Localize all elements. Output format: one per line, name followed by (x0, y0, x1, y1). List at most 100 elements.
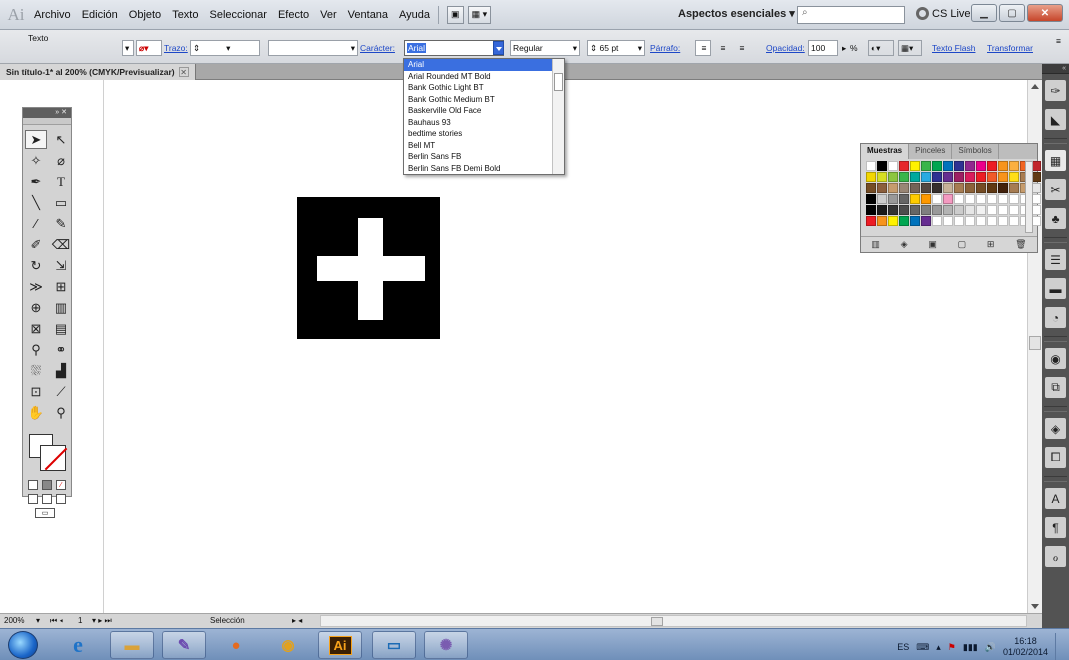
perspective-grid-tool[interactable]: ▥ (50, 298, 72, 317)
swatch[interactable] (910, 161, 920, 171)
swatch[interactable] (976, 216, 986, 226)
bridge-button[interactable]: ▣ (447, 5, 464, 24)
scroll-up-icon[interactable] (1031, 84, 1039, 89)
swatch[interactable] (965, 194, 975, 204)
swatch[interactable] (987, 194, 997, 204)
artboards-icon[interactable]: ⧠ (1045, 447, 1066, 468)
close-icon[interactable]: ✕ (61, 109, 67, 116)
swatch[interactable] (987, 205, 997, 215)
workspace-switcher[interactable]: Aspectos esenciales ▾ (678, 7, 795, 20)
swatch[interactable] (954, 172, 964, 182)
font-option[interactable]: Arial Rounded MT Bold (404, 71, 564, 83)
help-search-input[interactable]: ⌕ (797, 6, 905, 24)
keyboard-icon[interactable]: ⌨ (916, 642, 929, 653)
character-panel-icon[interactable]: A (1045, 488, 1066, 509)
swatch[interactable] (888, 205, 898, 215)
swatch[interactable] (987, 216, 997, 226)
character-link[interactable]: Carácter: (360, 43, 395, 53)
opentype-panel-icon[interactable]: ℴ (1045, 546, 1066, 567)
swatch[interactable] (888, 194, 898, 204)
font-option[interactable]: Baskerville Old Face (404, 105, 564, 117)
rotate-tool[interactable]: ↻ (25, 256, 47, 275)
internet-explorer-button[interactable]: e (56, 631, 100, 659)
transform-link[interactable]: Transformar (987, 43, 1033, 53)
new-color-group-icon[interactable]: ▢ (958, 239, 967, 250)
font-list-scroll-thumb[interactable] (554, 73, 563, 91)
opacity-link[interactable]: Opacidad: (766, 43, 805, 53)
swatch-library-icon[interactable]: ▥ (871, 239, 880, 250)
swatch[interactable] (888, 216, 898, 226)
swatch[interactable] (932, 161, 942, 171)
swatch[interactable] (932, 194, 942, 204)
align-center-button[interactable]: ≡ (714, 40, 730, 56)
shape-builder-tool[interactable]: ⊕ (25, 298, 47, 317)
free-transform-tool[interactable]: ⊞ (50, 277, 72, 296)
slice-tool[interactable]: ⟋ (50, 382, 72, 401)
swatch[interactable] (910, 194, 920, 204)
paintbrush-tool[interactable]: ⁄ (25, 214, 47, 233)
horizontal-scroll-thumb[interactable] (651, 617, 663, 626)
volume-icon[interactable]: 🔊 (985, 642, 996, 653)
font-option[interactable]: Bank Gothic Light BT (404, 82, 564, 94)
network-icon[interactable]: ▮▮▮ (963, 642, 978, 653)
swatch[interactable] (965, 183, 975, 193)
tools-panel-grip[interactable] (23, 118, 71, 125)
font-option[interactable]: bedtime stories (404, 128, 564, 140)
align-objects-button[interactable]: ▦▾ (898, 40, 922, 56)
swatch[interactable] (954, 161, 964, 171)
swatch[interactable] (1009, 161, 1019, 171)
swatch[interactable] (921, 205, 931, 215)
swatch[interactable] (965, 216, 975, 226)
swatch[interactable] (888, 161, 898, 171)
paragraph-link[interactable]: Párrafo: (650, 43, 680, 53)
swatch[interactable] (877, 183, 887, 193)
artboard-number[interactable]: 1 (78, 616, 82, 625)
artboard-nav-next-icon[interactable]: ▾ ▸ ⏭ (92, 616, 112, 626)
graphic-styles-icon[interactable]: ⧉ (1045, 377, 1066, 398)
dock-header[interactable]: « (1042, 64, 1069, 74)
swatch[interactable] (899, 216, 909, 226)
brushes-panel-icon[interactable]: ✑ (1045, 80, 1066, 101)
gradient-panel-icon[interactable]: ◣ (1045, 109, 1066, 130)
align-left-button[interactable]: ≡ (695, 40, 711, 56)
scale-tool[interactable]: ⇲ (50, 256, 72, 275)
swatch[interactable] (877, 216, 887, 226)
swatch[interactable] (921, 172, 931, 182)
zoom-dropdown-icon[interactable]: ▾ (36, 616, 40, 625)
draw-normal-button[interactable] (28, 494, 38, 504)
swatch[interactable] (998, 172, 1008, 182)
swatch[interactable] (1009, 183, 1019, 193)
menu-efecto[interactable]: Efecto (278, 9, 309, 21)
width-tool[interactable]: ≫ (25, 277, 47, 296)
symbol-sprayer-tool[interactable]: ⛆ (25, 361, 47, 380)
swatch[interactable] (954, 216, 964, 226)
swatch[interactable] (954, 205, 964, 215)
show-swatch-kinds-icon[interactable]: ◈ (901, 239, 908, 250)
swatch[interactable] (943, 216, 953, 226)
swatch[interactable] (976, 161, 986, 171)
font-style-dropdown[interactable]: Regular ▾ (510, 40, 580, 56)
swatch[interactable] (910, 183, 920, 193)
layers-icon[interactable]: ◈ (1045, 418, 1066, 439)
artboard-tool[interactable]: ⊡ (25, 382, 47, 401)
font-option[interactable]: Bell MT (404, 140, 564, 152)
tab-pinceles[interactable]: Pinceles (909, 144, 953, 159)
stroke-color-dropdown[interactable]: ⌀▾ (136, 40, 162, 56)
menu-ventana[interactable]: Ventana (348, 9, 388, 21)
tab-muestras[interactable]: Muestras (861, 144, 910, 159)
gradient-icon[interactable]: ▬ (1045, 278, 1066, 299)
swatch[interactable] (932, 216, 942, 226)
opacity-field[interactable]: 100 (808, 40, 838, 56)
swatch[interactable] (866, 205, 876, 215)
opacity-arrow-icon[interactable]: ▸ (842, 43, 846, 54)
lasso-tool[interactable]: ⌀ (50, 151, 72, 170)
paint-button[interactable]: ✎ (162, 631, 206, 659)
font-size-field[interactable]: ⇕ 65 pt ▾ (587, 40, 645, 56)
blob-brush-tool[interactable]: ✐ (25, 235, 47, 254)
swatch[interactable] (998, 216, 1008, 226)
pen-tool[interactable]: ✒ (25, 172, 47, 191)
show-desktop-button[interactable] (1055, 633, 1065, 660)
swatch[interactable] (921, 161, 931, 171)
delete-swatch-icon[interactable]: 🗑 (1015, 239, 1026, 250)
swatch[interactable] (899, 194, 909, 204)
